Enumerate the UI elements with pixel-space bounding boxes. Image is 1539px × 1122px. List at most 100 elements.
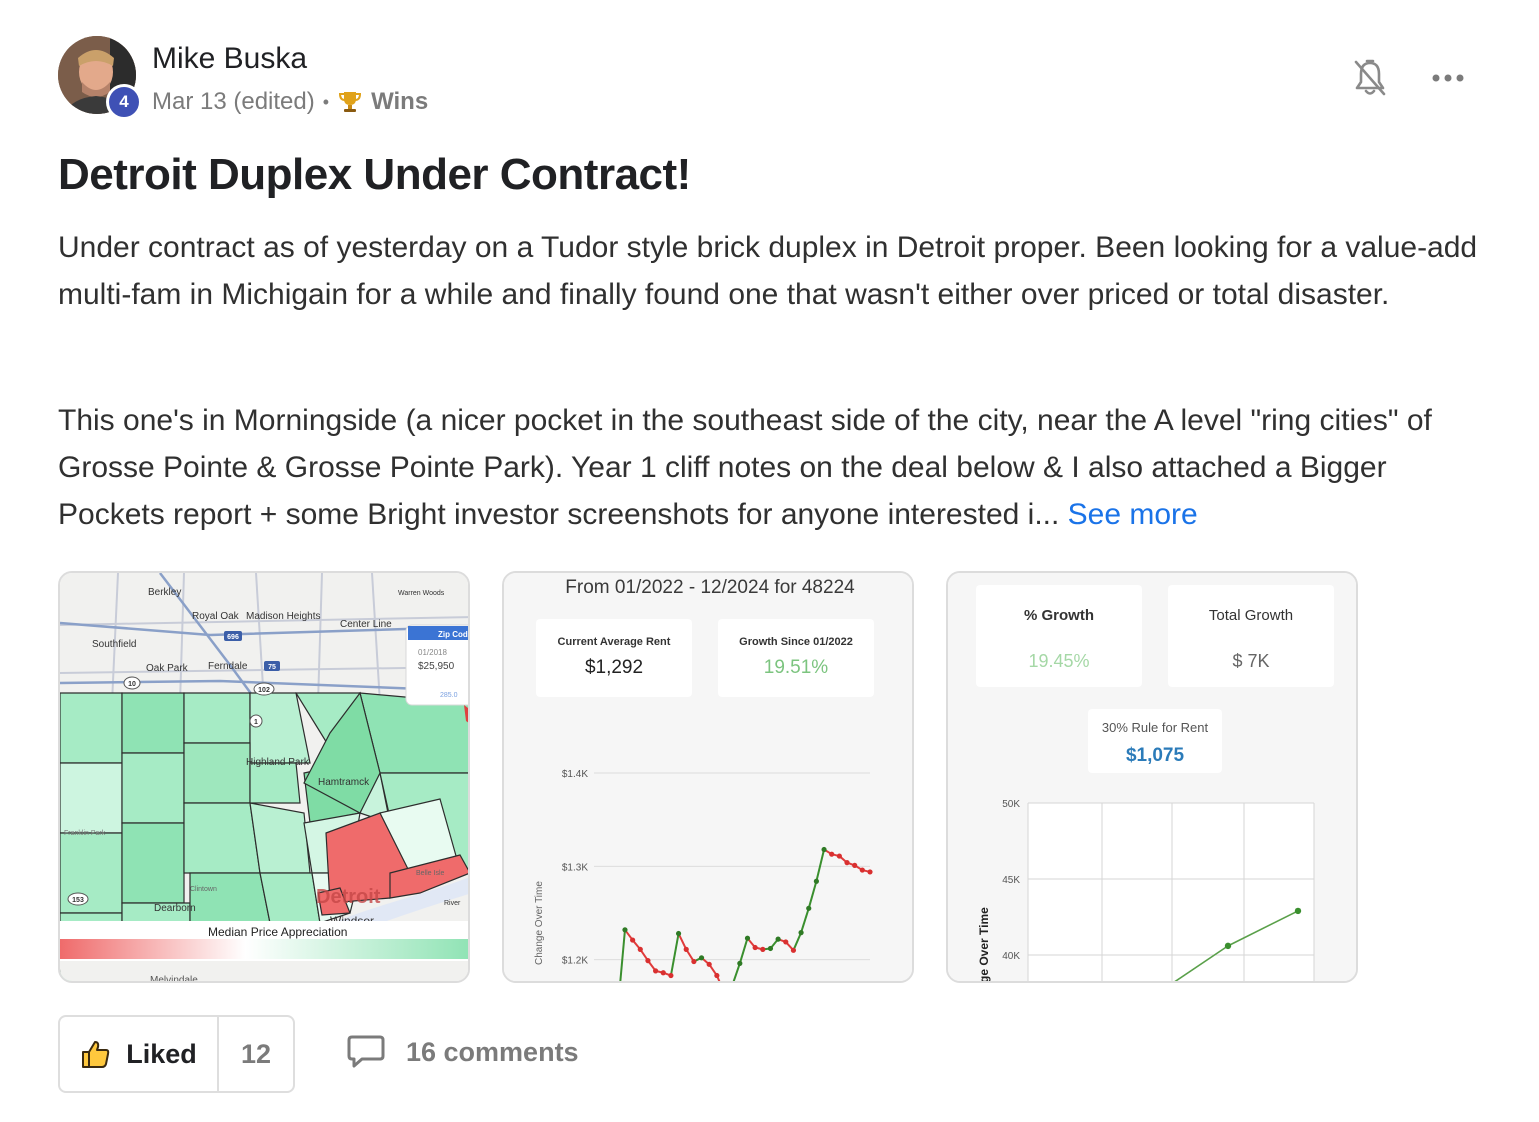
like-group: Liked 12 [58, 1015, 295, 1093]
map-label-belle-isle: Belle Isle [416, 870, 445, 877]
growth-card2-label: Total Growth [1209, 607, 1293, 624]
rent-data-point [829, 851, 835, 857]
shield-102: 102 [258, 687, 270, 694]
map-label-franklin-park: Franklin Park [64, 830, 106, 837]
rent-data-point [760, 946, 766, 952]
map-legend-label: Median Price Appreciation [208, 925, 347, 939]
growth-card1-value: 19.45% [1028, 651, 1089, 671]
rent-data-point [675, 930, 682, 937]
rent-data-point [660, 970, 666, 976]
comments-label: 16 comments [406, 1036, 579, 1067]
map-label-detroit: Detroit [316, 886, 381, 908]
rent-data-point [653, 968, 659, 974]
growth-card3-label: 30% Rule for Rent [1102, 720, 1209, 735]
post-paragraph-2: This one's in Morningside (a nicer pocke… [58, 397, 1488, 538]
rent-data-point [744, 935, 751, 941]
growth-card2-value: $ 7K [1232, 651, 1269, 671]
map-label-madison-heights: Madison Heights [246, 611, 320, 622]
attachment-map[interactable]: Berkley Royal Oak Madison Heights Warren… [58, 571, 470, 983]
rent-data-point [714, 972, 720, 979]
growth-card-2 [1168, 585, 1334, 687]
map-label-center-line: Center Line [340, 619, 392, 630]
category-label[interactable]: Wins [371, 88, 428, 116]
comment-icon [347, 1035, 385, 1068]
rent-data-point [668, 972, 674, 979]
author-name[interactable]: Mike Buska [152, 42, 307, 76]
rent-card2-label: Growth Since 01/2022 [739, 636, 853, 648]
thumbs-up-icon [82, 1041, 110, 1068]
rent-data-point [790, 947, 797, 953]
rent-data-point [767, 945, 774, 952]
rent-data-point [813, 878, 819, 884]
map-popup-header: Zip Cod [438, 630, 468, 639]
post-paragraph-2-text: This one's in Morningside (a nicer pocke… [58, 404, 1432, 531]
like-count[interactable]: 12 [219, 1017, 293, 1091]
growth-card3-value: $1,075 [1126, 745, 1185, 766]
rent-data-point [836, 853, 842, 859]
rent-data-point [622, 927, 628, 933]
growth-ytick-label: 40K [1002, 951, 1020, 962]
post-paragraph-1: Under contract as of yesterday on a Tudo… [58, 231, 1478, 311]
rent-data-point [867, 869, 873, 875]
growth-ytick-label: 50K [1002, 799, 1020, 810]
map-label-southfield: Southfield [92, 639, 136, 650]
rent-data-point [852, 862, 858, 868]
map-label-royal-oak: Royal Oak [192, 611, 240, 622]
growth-ylabel: ge Over Time [977, 907, 991, 983]
shield-10: 10 [128, 681, 136, 688]
post-header: 4 Mike Buska Mar 13 (edited) • Wins [58, 36, 1478, 120]
more-icon[interactable] [1430, 66, 1466, 90]
growth-data-point [1224, 942, 1232, 950]
level-badge: 4 [106, 84, 142, 120]
post-meta: Mar 13 (edited) • Wins [152, 88, 428, 116]
map-popup-pct: 285.0 [440, 692, 458, 699]
rent-data-point [691, 958, 697, 965]
rent-data-point [821, 846, 827, 853]
map-label-clintown: Clintown [190, 886, 217, 893]
rent-data-point [645, 958, 651, 964]
map-popup-value: $25,950 [418, 661, 455, 672]
rent-ytick-label: $1.4K [562, 769, 588, 780]
map-label-highland-park: Highland Park [246, 757, 310, 768]
map-label-oak-park: Oak Park [146, 663, 189, 674]
rent-data-point [775, 936, 781, 942]
like-button[interactable]: Liked [60, 1017, 219, 1091]
attachment-growth-chart[interactable]: % Growth 19.45% Total Growth $ 7K 30% Ru… [946, 571, 1358, 983]
shield-75: 75 [268, 664, 276, 671]
rent-data-point [752, 944, 758, 951]
map-label-ferndale: Ferndale [208, 661, 248, 672]
comments-button[interactable]: 16 comments [346, 1034, 579, 1070]
map-label-hamtramck: Hamtramck [318, 777, 370, 788]
attachment-rent-chart[interactable]: From 01/2022 - 12/2024 for 48224 Current… [502, 571, 914, 983]
rent-heading: From 01/2022 - 12/2024 for 48224 [565, 577, 855, 598]
meta-separator: • [322, 91, 330, 112]
rent-data-point [683, 946, 689, 952]
bell-off-icon[interactable] [1352, 58, 1388, 98]
like-label: Liked [126, 1038, 197, 1069]
shield-153: 153 [72, 897, 84, 904]
rent-ytick-label: $1.3K [562, 862, 588, 873]
post-title: Detroit Duplex Under Contract! [58, 150, 691, 199]
rent-card1-label: Current Average Rent [558, 636, 671, 648]
map-label-river: River [444, 900, 461, 907]
rent-data-point [637, 946, 643, 952]
post-date: Mar 13 (edited) [152, 88, 315, 115]
map-label-dearborn: Dearborn [154, 903, 196, 914]
map-label-berkley: Berkley [148, 587, 181, 598]
map-bottom-text: Melvindale [150, 975, 198, 983]
rent-data-point [737, 960, 743, 966]
growth-plot-area [1028, 803, 1314, 981]
growth-ytick-label: 45K [1002, 875, 1020, 886]
rent-data-point [698, 955, 705, 961]
rent-data-point [806, 905, 812, 911]
rent-data-point [630, 937, 636, 943]
shield-1: 1 [254, 719, 258, 726]
shield-696: 696 [227, 634, 239, 641]
rent-data-point [783, 939, 789, 945]
trophy-icon [339, 92, 362, 112]
rent-ytick-label: $1.2K [562, 956, 588, 967]
see-more-link[interactable]: See more [1068, 498, 1198, 531]
rent-card1-value: $1,292 [585, 657, 643, 678]
map-label-warren-woods: Warren Woods [398, 590, 445, 597]
rent-data-point [706, 961, 712, 967]
